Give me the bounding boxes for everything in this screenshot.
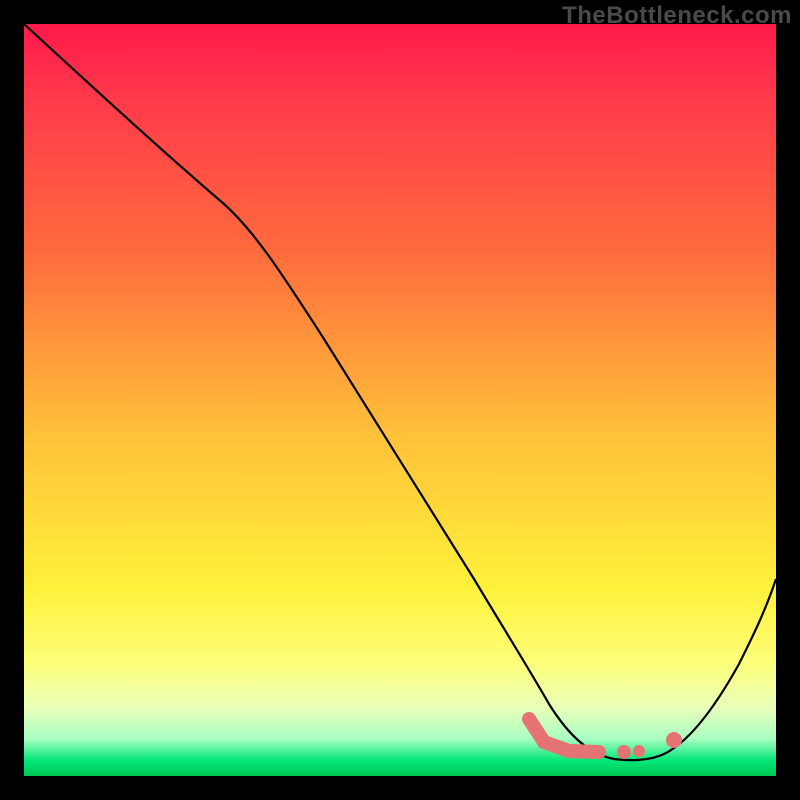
optimal-marker-dot-1 <box>617 745 631 759</box>
chart-svg <box>24 24 776 776</box>
chart-frame <box>24 24 776 776</box>
optimal-marker-dot-3 <box>666 732 682 748</box>
optimal-marker-dot-2 <box>633 745 645 757</box>
bottleneck-curve <box>24 24 776 760</box>
